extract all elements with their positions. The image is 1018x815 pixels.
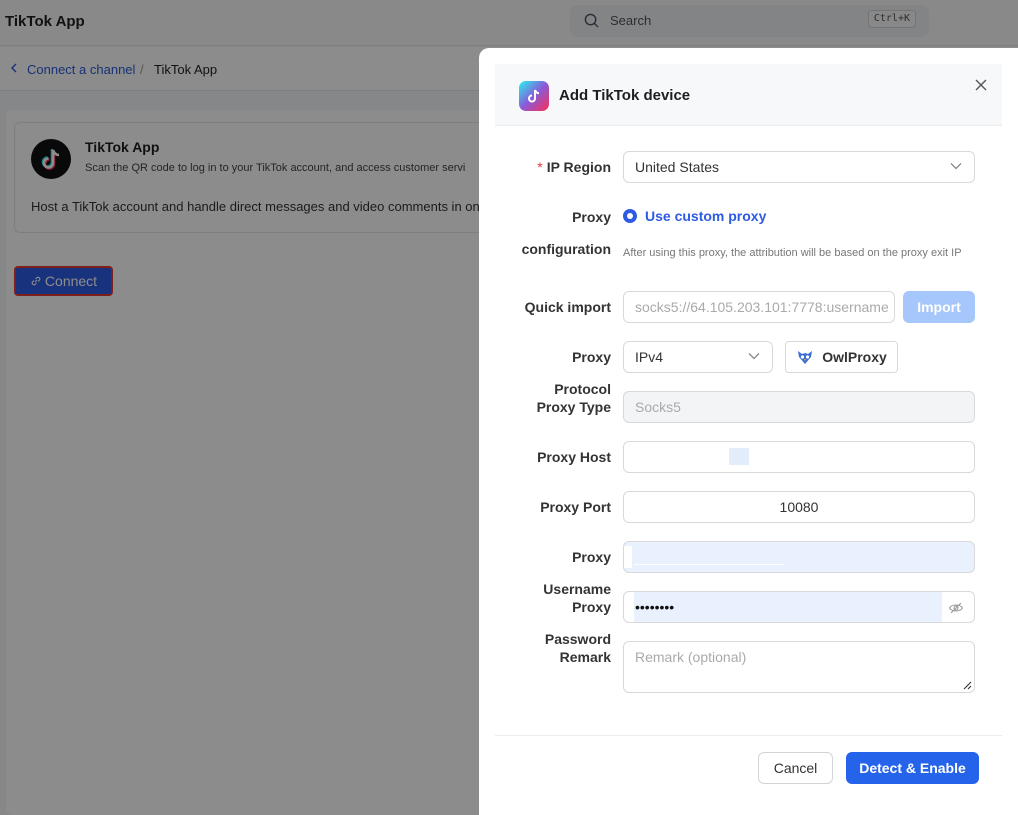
close-icon[interactable] [969, 73, 993, 97]
proxy-protocol-select[interactable]: IPv4 [623, 341, 773, 373]
add-device-drawer: Add TikTok device * IP Region United Stat… [479, 48, 1018, 815]
custom-proxy-label: Use custom proxy [645, 208, 767, 224]
custom-proxy-radio[interactable]: Use custom proxy [623, 208, 766, 224]
owlproxy-button[interactable]: OwlProxy [785, 341, 898, 373]
remark-label: Remark [559, 649, 611, 665]
proxy-port-label: Proxy Port [540, 499, 611, 515]
proxy-host-input[interactable] [623, 441, 975, 473]
proxy-port-input[interactable]: 10080 [623, 491, 975, 523]
proxy-config-label-line2: configuration [521, 241, 611, 257]
proxy-port-value: 10080 [779, 499, 819, 515]
proxy-username-input[interactable] [623, 541, 975, 573]
quick-import-label: Quick import [524, 299, 611, 315]
quick-import-placeholder: socks5://64.105.203.101:7778:username [635, 299, 888, 315]
owlproxy-label: OwlProxy [822, 349, 887, 365]
proxy-host-label: Proxy Host [537, 449, 611, 465]
proxy-type-value: Socks5 [635, 399, 681, 415]
proxy-type-label: Proxy Type [536, 399, 611, 415]
autofill-mark [634, 564, 784, 565]
resize-handle-icon[interactable] [962, 680, 972, 690]
cancel-button[interactable]: Cancel [758, 752, 833, 784]
chevron-down-icon [950, 163, 962, 170]
proxy-password-value: •••••••• [635, 599, 675, 615]
footer-divider [495, 735, 1002, 736]
ip-region-select[interactable]: United States [623, 151, 975, 183]
ip-region-label: * IP Region [537, 159, 611, 175]
proxy-protocol-value: IPv4 [635, 349, 664, 365]
remark-textarea[interactable]: Remark (optional) [623, 641, 975, 693]
remark-placeholder: Remark (optional) [635, 649, 747, 665]
proxy-hint: After using this proxy, the attribution … [623, 247, 962, 259]
text-selection-highlight [729, 448, 749, 465]
autofill-background [634, 592, 942, 622]
proxy-password-label-line2: Password [544, 631, 611, 647]
chevron-down-icon [748, 353, 760, 360]
quick-import-input[interactable]: socks5://64.105.203.101:7778:username [623, 291, 895, 323]
proxy-type-field: Socks5 [623, 391, 975, 423]
proxy-password-label-line1: Proxy [572, 599, 611, 615]
detect-enable-button[interactable]: Detect & Enable [846, 752, 979, 784]
proxy-protocol-label-line2: Protocol [554, 381, 611, 397]
ip-region-value: United States [635, 159, 720, 175]
owl-icon [798, 351, 813, 364]
eye-off-icon[interactable] [948, 600, 964, 616]
drawer-title: Add TikTok device [559, 87, 691, 104]
proxy-protocol-label-line1: Proxy [572, 349, 611, 365]
autofill-mark [624, 546, 632, 568]
tiktok-logo-icon [519, 81, 549, 111]
proxy-password-input[interactable]: •••••••• [623, 591, 975, 623]
proxy-config-label-line1: Proxy [572, 209, 611, 225]
radio-selected-icon [623, 209, 637, 223]
proxy-username-label-line2: Username [543, 581, 611, 597]
import-button[interactable]: Import [903, 291, 975, 323]
drawer-header: Add TikTok device [495, 64, 1002, 126]
proxy-username-label-line1: Proxy [572, 549, 611, 565]
